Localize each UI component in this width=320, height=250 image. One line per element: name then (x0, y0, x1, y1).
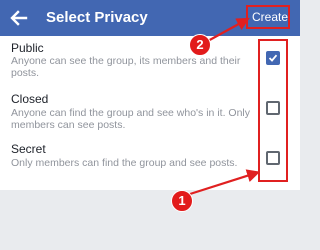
step-2-badge: 2 (189, 34, 211, 56)
privacy-options-list: Public Anyone can see the group, its mem… (0, 36, 300, 190)
privacy-option-public[interactable]: Public Anyone can see the group, its mem… (0, 36, 300, 86)
option-title: Secret (11, 142, 46, 156)
checkbox-highlight-box (258, 39, 288, 182)
page-title: Select Privacy (46, 9, 148, 26)
option-description: Anyone can find the group and see who's … (11, 107, 250, 131)
privacy-option-closed[interactable]: Closed Anyone can find the group and see… (0, 90, 300, 140)
option-description: Anyone can see the group, its members an… (11, 55, 241, 79)
privacy-option-secret[interactable]: Secret Only members can find the group a… (0, 140, 300, 190)
option-title: Public (11, 41, 44, 55)
arrow-left-icon (10, 10, 28, 26)
option-title: Closed (11, 92, 49, 106)
footer-area (0, 190, 300, 250)
option-description: Only members can find the group and see … (11, 157, 238, 169)
step-1-badge: 1 (171, 190, 193, 212)
back-button[interactable] (8, 7, 30, 29)
create-highlight-box (246, 5, 290, 29)
